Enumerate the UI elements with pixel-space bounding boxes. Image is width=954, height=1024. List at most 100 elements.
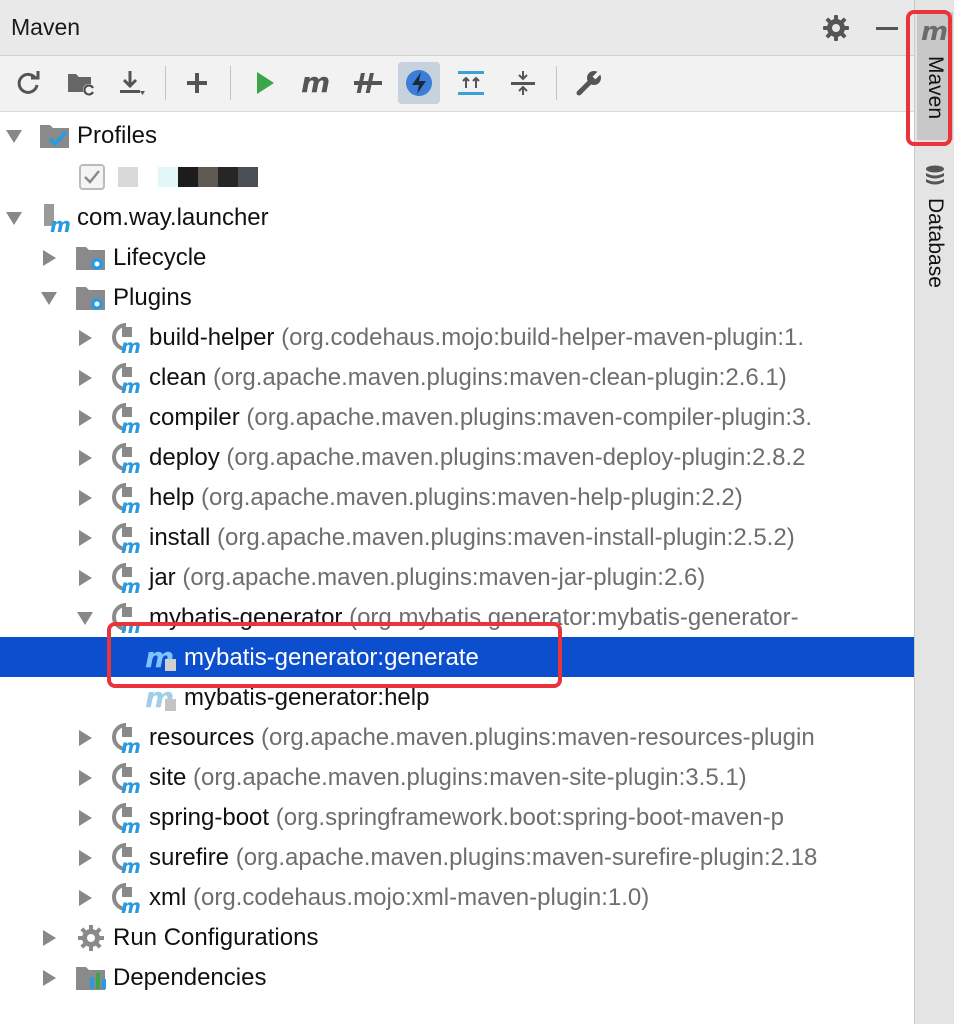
tool-window-title: Maven bbox=[11, 14, 81, 40]
maven-toolbar: m bbox=[0, 56, 914, 112]
svg-text:m: m bbox=[121, 336, 141, 355]
reload-icon[interactable] bbox=[7, 62, 49, 104]
plugin-coordinates: (org.apache.maven.plugins:maven-jar-plug… bbox=[182, 564, 706, 591]
tree-label: com.way.launcher bbox=[77, 204, 269, 231]
tree-item-plugin[interactable]: m spring-boot (org.springframework.boot:… bbox=[0, 797, 914, 837]
tree-item-plugin[interactable]: m jar (org.apache.maven.plugins:maven-ja… bbox=[0, 557, 914, 597]
chevron-right-icon[interactable] bbox=[76, 369, 94, 387]
chevron-right-icon[interactable] bbox=[76, 729, 94, 747]
tree-label: Profiles bbox=[77, 122, 158, 149]
chevron-right-icon[interactable] bbox=[40, 929, 58, 947]
tree-item-dependencies[interactable]: Dependencies bbox=[0, 957, 914, 997]
maven-plugin-icon: m bbox=[112, 563, 141, 595]
plugin-name: help bbox=[149, 484, 195, 511]
maven-m-icon[interactable]: m bbox=[295, 62, 337, 104]
plugin-name: build-helper bbox=[149, 324, 275, 351]
tree-item-lifecycle[interactable]: Lifecycle bbox=[0, 237, 914, 277]
maven-plugin-icon: m bbox=[112, 483, 141, 515]
svg-text:m: m bbox=[121, 816, 141, 835]
svg-text:m: m bbox=[301, 68, 330, 98]
chevron-right-icon[interactable] bbox=[40, 969, 58, 987]
tree-item-plugins[interactable]: Plugins bbox=[0, 277, 914, 317]
plugin-name: clean bbox=[149, 364, 207, 391]
database-icon bbox=[926, 165, 944, 185]
folder-refresh-icon[interactable] bbox=[60, 62, 102, 104]
add-icon[interactable] bbox=[176, 62, 218, 104]
tree-item-plugin[interactable]: m deploy (org.apache.maven.plugins:maven… bbox=[0, 437, 914, 477]
plugin-coordinates: (org.apache.maven.plugins:maven-site-plu… bbox=[193, 764, 747, 791]
right-tool-strip: m Maven Database bbox=[906, 0, 954, 1024]
tree-label: Lifecycle bbox=[113, 244, 207, 271]
svg-text:m: m bbox=[121, 776, 141, 795]
chevron-right-icon[interactable] bbox=[76, 449, 94, 467]
tree-item-plugin[interactable]: m help (org.apache.maven.plugins:maven-h… bbox=[0, 477, 914, 517]
maven-tree: Profiles m com.way.launcher Lifecycle Pl… bbox=[0, 115, 914, 1024]
plugin-name: resources bbox=[149, 724, 255, 751]
svg-text:m: m bbox=[121, 496, 141, 515]
chevron-right-icon[interactable] bbox=[76, 329, 94, 347]
chevron-right-icon[interactable] bbox=[76, 889, 94, 907]
chevron-down-icon[interactable] bbox=[5, 209, 23, 227]
chevron-right-icon[interactable] bbox=[76, 849, 94, 867]
chevron-right-icon[interactable] bbox=[76, 569, 94, 587]
tree-item-plugin[interactable]: m build-helper (org.codehaus.mojo:build-… bbox=[0, 317, 914, 357]
database-tab-label: Database bbox=[924, 198, 947, 288]
plugin-coordinates: (org.codehaus.mojo:xml-maven-plugin:1.0) bbox=[193, 884, 650, 911]
tree-item-profile-entry[interactable] bbox=[0, 157, 914, 197]
maven-plugin-icon: m bbox=[112, 323, 141, 355]
plugin-name: xml bbox=[149, 884, 187, 911]
svg-text:m: m bbox=[121, 456, 141, 475]
svg-text:m: m bbox=[121, 416, 141, 435]
maven-plugin-icon: m bbox=[112, 363, 141, 395]
plugin-name: deploy bbox=[149, 444, 220, 471]
settings-wrench-icon[interactable] bbox=[568, 62, 610, 104]
gear-icon bbox=[78, 925, 104, 951]
tree-item-plugin[interactable]: m compiler (org.apache.maven.plugins:mav… bbox=[0, 397, 914, 437]
plugin-name: surefire bbox=[149, 844, 230, 871]
toolbar-separator bbox=[556, 66, 557, 100]
svg-text:m: m bbox=[121, 896, 141, 915]
chevron-down-icon[interactable] bbox=[40, 289, 58, 307]
chevron-down-icon[interactable] bbox=[76, 609, 94, 627]
skip-tests-icon[interactable] bbox=[398, 62, 440, 104]
database-tab[interactable]: Database bbox=[917, 160, 953, 310]
tree-item-plugin[interactable]: m site (org.apache.maven.plugins:maven-s… bbox=[0, 757, 914, 797]
plugin-coordinates: (org.apache.maven.plugins:maven-install-… bbox=[217, 524, 795, 551]
chevron-right-icon[interactable] bbox=[76, 409, 94, 427]
tree-item-plugin[interactable]: m surefire (org.apache.maven.plugins:mav… bbox=[0, 837, 914, 877]
tree-item-plugin[interactable]: m clean (org.apache.maven.plugins:maven-… bbox=[0, 357, 914, 397]
tree-label: Run Configurations bbox=[113, 924, 319, 951]
plugin-coordinates: (org.apache.maven.plugins:maven-resource… bbox=[261, 724, 815, 751]
chevron-right-icon[interactable] bbox=[76, 529, 94, 547]
folder-gear-icon bbox=[76, 287, 105, 310]
maven-plugin-icon: m bbox=[112, 803, 141, 835]
svg-text:m: m bbox=[121, 376, 141, 395]
minimize-icon[interactable] bbox=[870, 12, 902, 44]
tree-item-profiles[interactable]: Profiles bbox=[0, 115, 914, 155]
tree-label: Dependencies bbox=[113, 964, 267, 991]
tree-item-plugin[interactable]: m install (org.apache.maven.plugins:mave… bbox=[0, 517, 914, 557]
collapse-all-icon[interactable] bbox=[502, 62, 544, 104]
chevron-down-icon[interactable] bbox=[5, 127, 23, 145]
run-icon[interactable] bbox=[243, 62, 285, 104]
tree-label: Plugins bbox=[113, 284, 192, 311]
chevron-right-icon[interactable] bbox=[40, 249, 58, 267]
gear-icon[interactable] bbox=[820, 12, 852, 44]
tree-item-plugin[interactable]: m xml (org.codehaus.mojo:xml-maven-plugi… bbox=[0, 877, 914, 917]
maven-plugin-icon: m bbox=[112, 403, 141, 435]
plugin-coordinates: (org.apache.maven.plugins:maven-deploy-p… bbox=[226, 444, 806, 471]
download-icon[interactable] bbox=[112, 62, 154, 104]
tree-item-run-configurations[interactable]: Run Configurations bbox=[0, 917, 914, 957]
maven-plugin-icon: m bbox=[112, 723, 141, 755]
chevron-right-icon[interactable] bbox=[76, 489, 94, 507]
tree-item-project[interactable]: m com.way.launcher bbox=[0, 197, 914, 237]
chevron-right-icon[interactable] bbox=[76, 769, 94, 787]
highlight-box-maven-tab bbox=[906, 10, 952, 146]
checkbox-icon[interactable] bbox=[76, 161, 110, 195]
maven-plugin-icon: m bbox=[112, 443, 141, 475]
chevron-right-icon[interactable] bbox=[76, 809, 94, 827]
toggle-offline-icon[interactable] bbox=[347, 62, 389, 104]
tree-item-plugin[interactable]: m resources (org.apache.maven.plugins:ma… bbox=[0, 717, 914, 757]
expand-all-icon[interactable] bbox=[450, 62, 492, 104]
toolbar-separator bbox=[165, 66, 166, 100]
